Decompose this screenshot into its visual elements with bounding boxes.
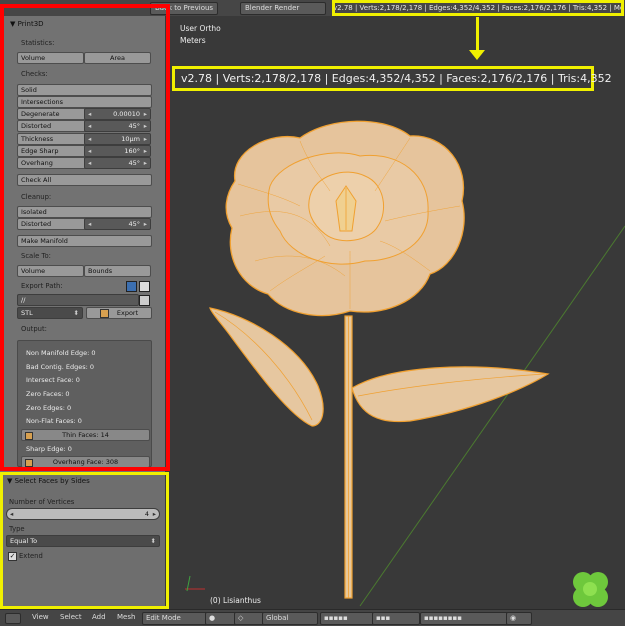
render-engine-dropdown[interactable]: Blender Render bbox=[240, 2, 326, 15]
arrow-head-icon bbox=[469, 50, 485, 60]
select-faces-highlight-box bbox=[0, 472, 169, 609]
orientation-dropdown[interactable]: Global bbox=[262, 612, 318, 625]
select-menu[interactable]: Select bbox=[60, 613, 82, 621]
mode-dropdown[interactable]: Edit Mode bbox=[142, 612, 208, 625]
scene-layers[interactable]: ▪▪▪▪▪▪▪▪ bbox=[420, 612, 508, 625]
3d-view-header: View Select Add Mesh Edit Mode ● ◇ Globa… bbox=[0, 609, 625, 626]
stats-callout: v2.78 | Verts:2,178/2,178 | Edges:4,352/… bbox=[172, 66, 612, 91]
snap-buttons[interactable]: ▪▪▪ bbox=[372, 612, 420, 625]
viewport-shading-dropdown[interactable]: ● bbox=[205, 612, 237, 625]
editor-type-icon[interactable] bbox=[5, 613, 21, 624]
layer-buttons[interactable]: ▪▪▪▪▪ bbox=[320, 612, 374, 625]
proportional-edit-icon[interactable]: ◉ bbox=[506, 612, 532, 625]
mesh-menu[interactable]: Mesh bbox=[117, 613, 135, 621]
view-menu[interactable]: View bbox=[32, 613, 49, 621]
print3d-highlight-box bbox=[0, 4, 170, 471]
pivot-dropdown[interactable]: ◇ bbox=[234, 612, 264, 625]
add-menu[interactable]: Add bbox=[92, 613, 106, 621]
blender-window: Back to Previous Blender Render v2.78 | … bbox=[0, 0, 625, 626]
right-leaf bbox=[351, 366, 550, 423]
stats-highlight-box bbox=[332, 0, 624, 16]
